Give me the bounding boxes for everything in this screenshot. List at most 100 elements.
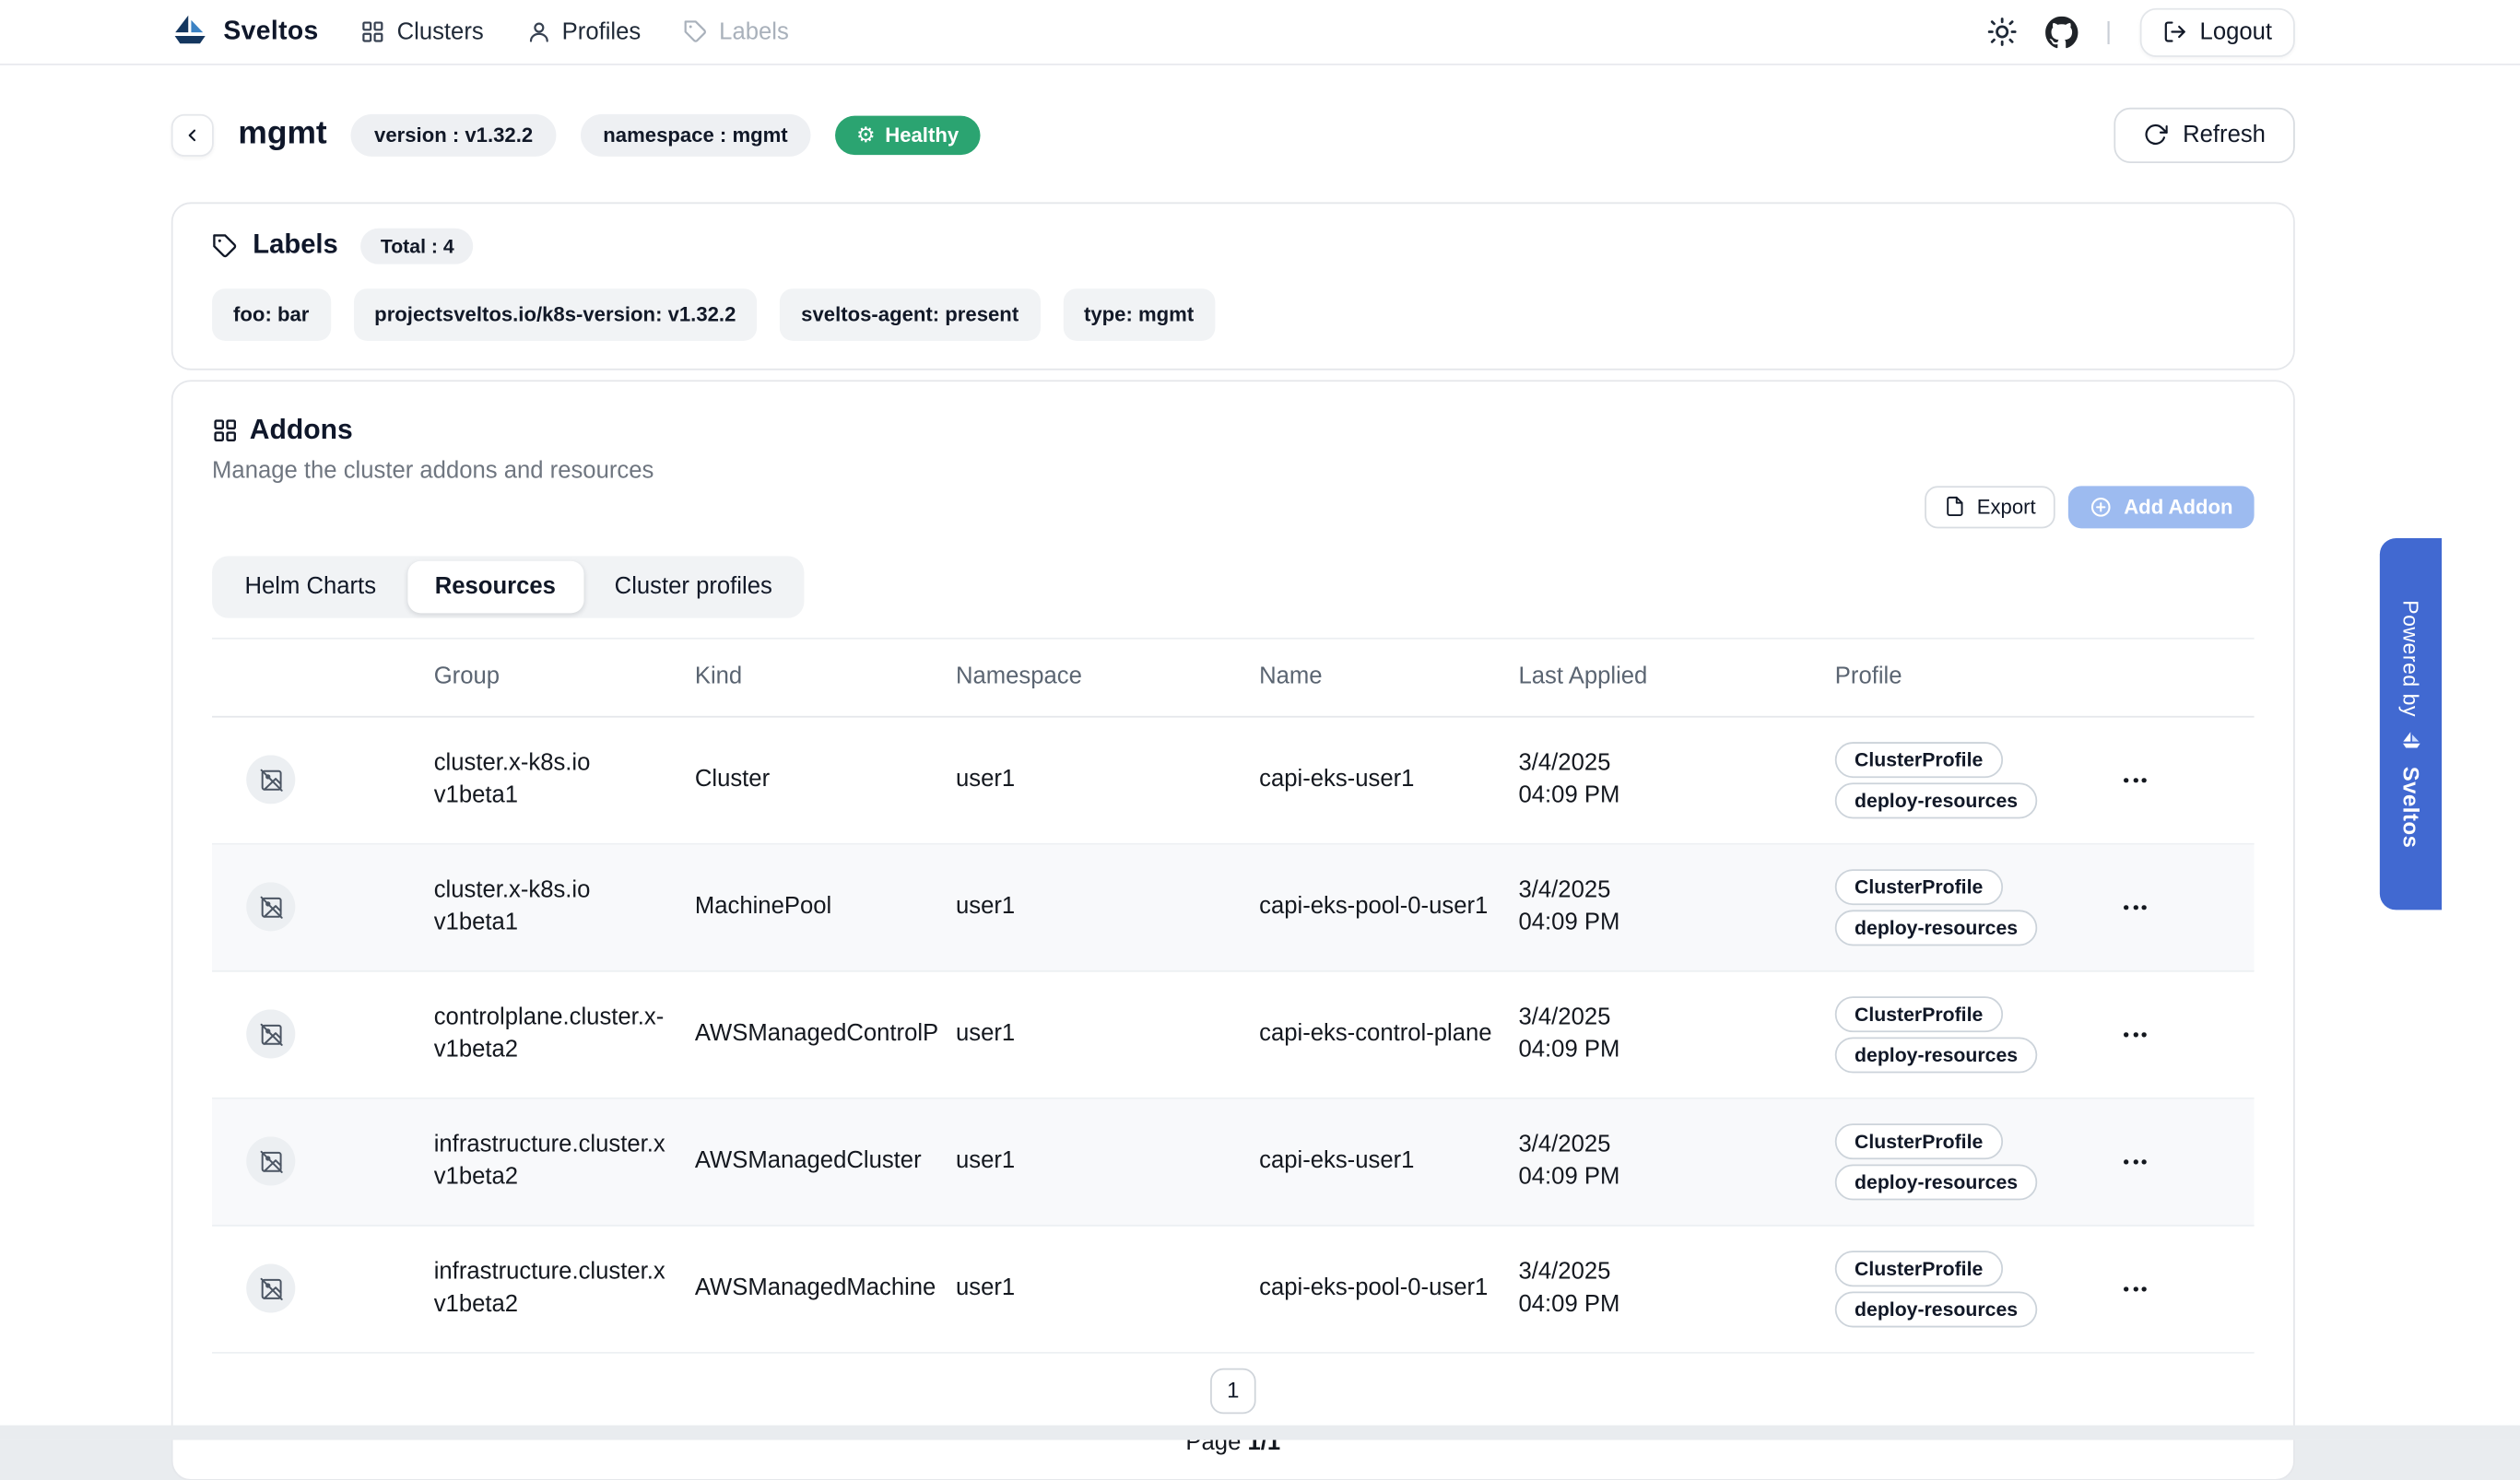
- nav-item-label: Clusters: [397, 18, 484, 44]
- tag-icon: [212, 233, 238, 259]
- theme-toggle-button[interactable]: [1986, 17, 2018, 48]
- resource-image-off-icon: [212, 756, 434, 805]
- column-header-kind: Kind: [695, 664, 956, 690]
- table-row: infrastructure.cluster.xv1beta2AWSManage…: [212, 1098, 2255, 1226]
- gear-icon: ⚙: [856, 124, 876, 146]
- powered-by-prefix: Powered by: [2398, 600, 2423, 717]
- cell-namespace: user1: [956, 1275, 1259, 1301]
- health-label: Healthy: [885, 123, 959, 147]
- cell-group: controlplane.cluster.x-v1beta2: [434, 1002, 695, 1067]
- sveltos-logo-icon: [171, 13, 209, 51]
- tab-resources[interactable]: Resources: [407, 560, 583, 613]
- plus-circle-icon: [2090, 496, 2113, 519]
- label-chip: foo: bar: [212, 288, 330, 341]
- profile-pill[interactable]: deploy-resources: [1835, 910, 2038, 946]
- cell-last-applied: 3/4/202504:09 PM: [1518, 1129, 1834, 1194]
- table-row: cluster.x-k8s.iov1beta1MachinePooluser1c…: [212, 844, 2255, 971]
- tab-helm-charts[interactable]: Helm Charts: [217, 560, 404, 613]
- profile-pill[interactable]: ClusterProfile: [1835, 869, 2003, 905]
- row-actions-button[interactable]: [2120, 1032, 2257, 1037]
- brand-home-link[interactable]: Sveltos: [171, 13, 319, 51]
- cell-kind: MachinePool: [695, 894, 956, 920]
- cell-profile: ClusterProfile deploy-resources: [1835, 1123, 2121, 1200]
- refresh-label: Refresh: [2183, 123, 2266, 148]
- label-chips: foo: bar projectsveltos.io/k8s-version: …: [212, 288, 2255, 341]
- page-bottom-strip: [0, 1426, 2520, 1440]
- profile-pill[interactable]: deploy-resources: [1835, 1164, 2038, 1200]
- file-icon: [1944, 496, 1965, 517]
- cell-namespace: user1: [956, 767, 1259, 793]
- cell-name: capi-eks-user1: [1259, 767, 1518, 793]
- row-actions-button[interactable]: [2120, 778, 2257, 782]
- top-nav: Sveltos Clusters Profiles: [0, 0, 2520, 65]
- cell-last-applied: 3/4/202504:09 PM: [1518, 1002, 1834, 1067]
- column-header-name: Name: [1259, 664, 1518, 690]
- cell-group: cluster.x-k8s.iov1beta1: [434, 747, 695, 813]
- logout-label: Logout: [2200, 18, 2272, 44]
- cell-name: capi-eks-control-plane: [1259, 1021, 1518, 1047]
- refresh-button[interactable]: Refresh: [2114, 108, 2295, 163]
- table-row: controlplane.cluster.x-v1beta2AWSManaged…: [212, 971, 2255, 1098]
- cell-kind: AWSManagedControlP: [695, 1021, 956, 1047]
- back-button[interactable]: [171, 114, 214, 157]
- addons-grid-icon: [212, 417, 238, 443]
- cell-name: capi-eks-user1: [1259, 1148, 1518, 1174]
- cell-kind: AWSManagedCluster: [695, 1148, 956, 1174]
- profiles-icon: [526, 19, 551, 44]
- resource-image-off-icon: [212, 1137, 434, 1186]
- profile-pill[interactable]: deploy-resources: [1835, 1037, 2038, 1073]
- addons-title: Addons: [250, 414, 353, 446]
- export-button[interactable]: Export: [1925, 486, 2055, 528]
- cell-profile: ClusterProfile deploy-resources: [1835, 996, 2121, 1073]
- page-1-button[interactable]: 1: [1210, 1368, 1256, 1414]
- chevron-left-icon: [183, 123, 202, 147]
- addons-table-body: cluster.x-k8s.iov1beta1Clusteruser1capi-…: [212, 717, 2255, 1353]
- cell-namespace: user1: [956, 1021, 1259, 1047]
- cluster-header: mgmt version : v1.32.2 namespace : mgmt …: [171, 95, 2295, 176]
- resources-table: Group Kind Namespace Name Last Applied P…: [212, 638, 2255, 1354]
- clusters-icon: [361, 19, 386, 44]
- profile-pill[interactable]: ClusterProfile: [1835, 1251, 2003, 1286]
- table-row: cluster.x-k8s.iov1beta1Clusteruser1capi-…: [212, 717, 2255, 844]
- addons-card: Addons Manage the cluster addons and res…: [171, 380, 2295, 1480]
- column-header-group: Group: [434, 664, 695, 690]
- tag-icon: [683, 19, 708, 44]
- powered-by-tab[interactable]: Powered by Sveltos: [2380, 538, 2442, 910]
- cell-last-applied: 3/4/202504:09 PM: [1518, 747, 1834, 813]
- cell-group: infrastructure.cluster.xv1beta2: [434, 1129, 695, 1194]
- cell-namespace: user1: [956, 894, 1259, 920]
- cell-name: capi-eks-pool-0-user1: [1259, 1275, 1518, 1301]
- page-title: mgmt: [238, 116, 326, 154]
- profile-pill[interactable]: ClusterProfile: [1835, 1123, 2003, 1159]
- tab-cluster-profiles[interactable]: Cluster profiles: [587, 560, 800, 613]
- nav-item-label: Labels: [719, 18, 789, 44]
- github-link-button[interactable]: [2045, 16, 2078, 48]
- nav-item-profiles[interactable]: Profiles: [526, 18, 642, 44]
- cell-kind: Cluster: [695, 767, 956, 793]
- addons-subtitle: Manage the cluster addons and resources: [212, 458, 2255, 484]
- cell-profile: ClusterProfile deploy-resources: [1835, 742, 2121, 818]
- resource-image-off-icon: [212, 1264, 434, 1313]
- brand-name: Sveltos: [223, 18, 318, 47]
- profile-pill[interactable]: deploy-resources: [1835, 782, 2038, 818]
- nav-item-clusters[interactable]: Clusters: [361, 18, 484, 44]
- cell-last-applied: 3/4/202504:09 PM: [1518, 1256, 1834, 1321]
- cell-last-applied: 3/4/202504:09 PM: [1518, 875, 1834, 940]
- row-actions-button[interactable]: [2120, 1159, 2257, 1164]
- cell-profile: ClusterProfile deploy-resources: [1835, 869, 2121, 946]
- logout-button[interactable]: Logout: [2139, 7, 2295, 56]
- resource-image-off-icon: [212, 1010, 434, 1059]
- sveltos-sail-icon: [2400, 731, 2421, 752]
- profile-pill[interactable]: ClusterProfile: [1835, 742, 2003, 778]
- profile-pill[interactable]: ClusterProfile: [1835, 996, 2003, 1032]
- row-actions-button[interactable]: [2120, 905, 2257, 910]
- nav-item-labels[interactable]: Labels: [683, 18, 789, 44]
- labels-card-title: Labels: [253, 230, 338, 262]
- labels-total-badge: Total : 4: [361, 228, 474, 264]
- column-header-namespace: Namespace: [956, 664, 1259, 690]
- profile-pill[interactable]: deploy-resources: [1835, 1291, 2038, 1327]
- row-actions-button[interactable]: [2120, 1286, 2257, 1291]
- table-row: infrastructure.cluster.xv1beta2AWSManage…: [212, 1226, 2255, 1353]
- add-addon-button[interactable]: Add Addon: [2068, 486, 2255, 528]
- label-chip: type: mgmt: [1063, 288, 1215, 341]
